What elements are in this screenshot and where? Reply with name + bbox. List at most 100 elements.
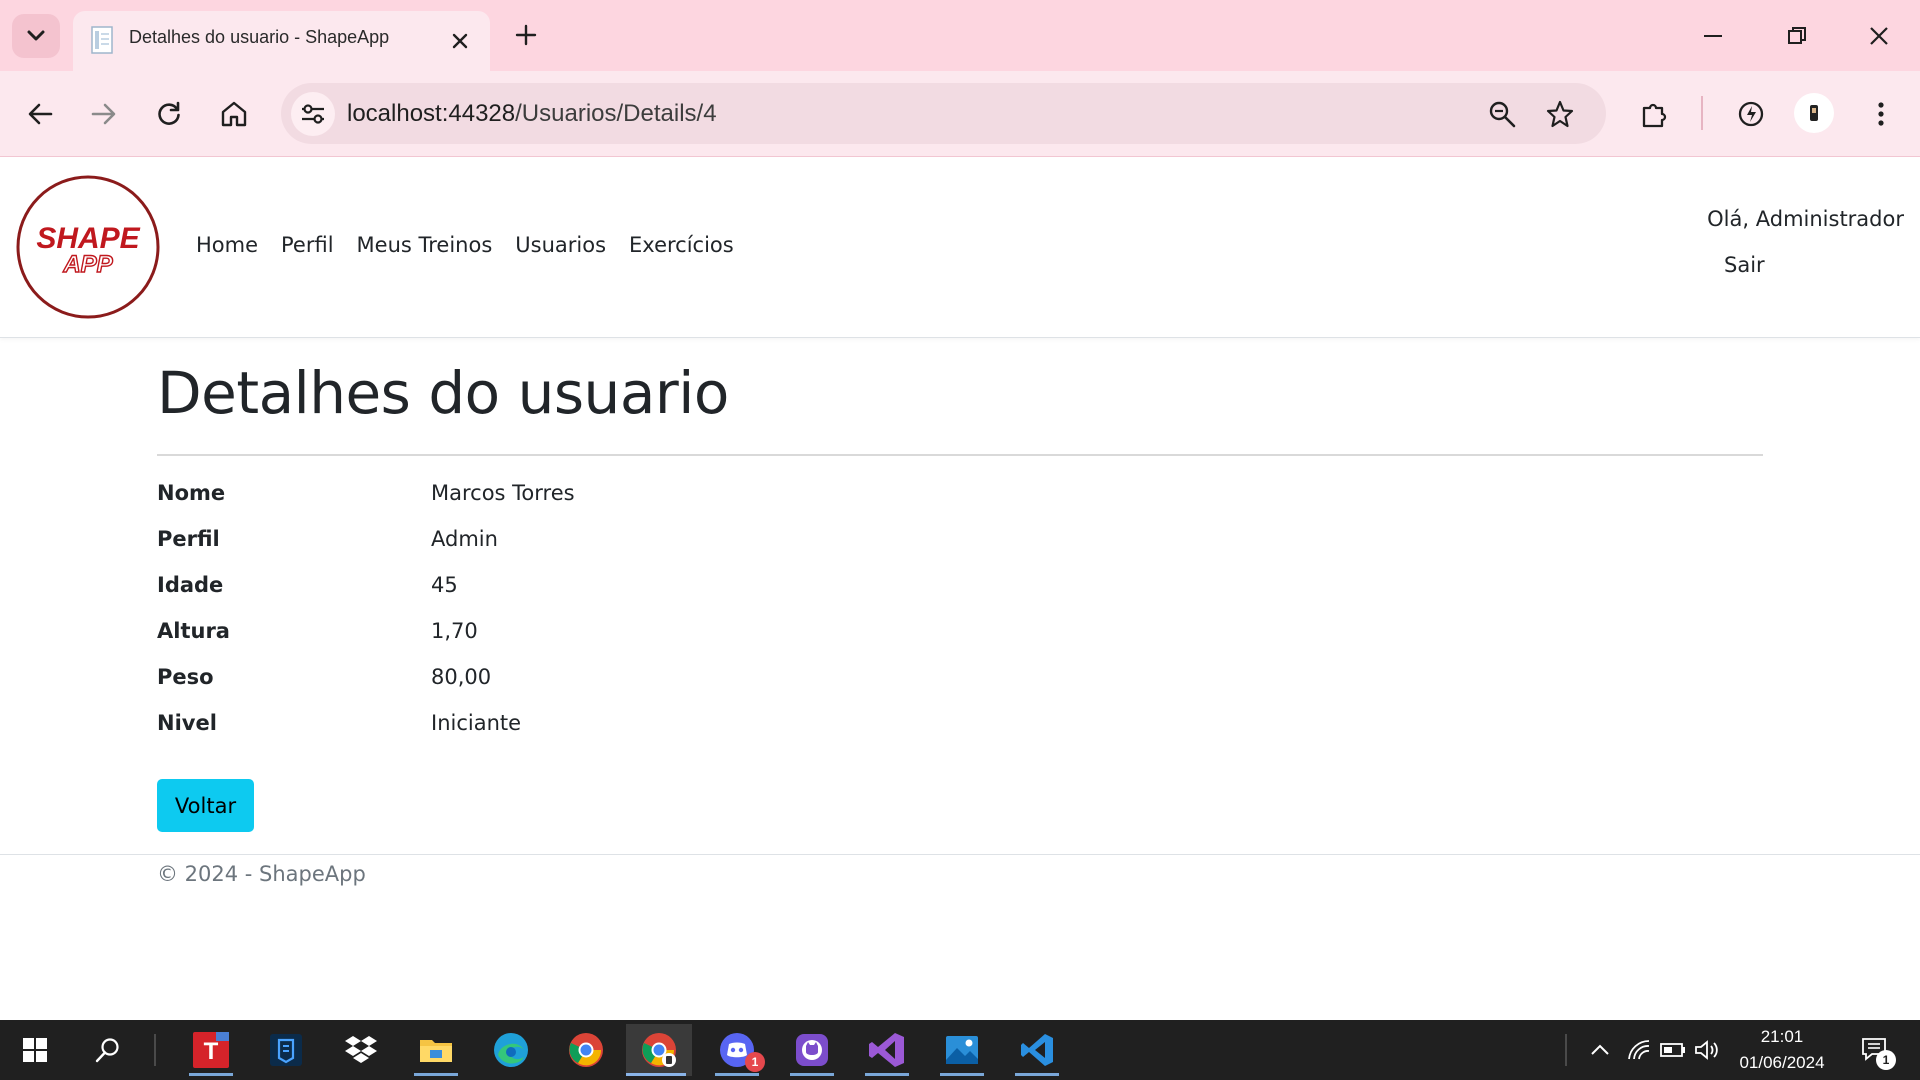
- taskbar-search-button[interactable]: [78, 1024, 138, 1076]
- page-favicon-icon: [91, 26, 113, 54]
- detail-label: Peso: [157, 665, 214, 689]
- folder-icon: [420, 1040, 452, 1062]
- running-indicator: [1015, 1073, 1059, 1076]
- taskbar-divider: [1565, 1034, 1567, 1066]
- forward-nav-button[interactable]: [82, 92, 126, 136]
- address-bar[interactable]: localhost:44328/Usuarios/Details/4: [281, 83, 1606, 144]
- network-status[interactable]: [1624, 1036, 1654, 1064]
- nav-link-perfil[interactable]: Perfil: [281, 233, 334, 257]
- battery-icon: [1660, 1043, 1685, 1057]
- wifi-icon: [1628, 1040, 1650, 1060]
- shapeapp-logo[interactable]: SHAPE APP: [16, 175, 160, 319]
- nav-link-home[interactable]: Home: [196, 233, 258, 257]
- photos-icon: [946, 1036, 978, 1064]
- vscode-icon: [1021, 1034, 1053, 1066]
- home-icon: [221, 101, 247, 127]
- reload-button[interactable]: [147, 92, 191, 136]
- taskbar-app-vscode[interactable]: [1007, 1024, 1067, 1076]
- minimize-button[interactable]: [1689, 12, 1737, 60]
- zoom-button[interactable]: [1481, 93, 1523, 135]
- logout-link[interactable]: Sair: [1724, 253, 1765, 277]
- running-indicator: [414, 1073, 458, 1076]
- taskbar-app-file-explorer[interactable]: [406, 1024, 466, 1076]
- restore-icon: [1788, 27, 1806, 44]
- performance-button[interactable]: [1729, 92, 1773, 136]
- detail-value: Admin: [431, 527, 498, 551]
- browser-menu-button[interactable]: [1859, 92, 1903, 136]
- taskbar-app-photos[interactable]: [932, 1024, 992, 1076]
- detail-label: Idade: [157, 573, 224, 597]
- github-desktop-icon: [796, 1034, 828, 1066]
- detail-label: Nivel: [157, 711, 217, 735]
- url-path: /Usuarios/Details/4: [515, 100, 717, 127]
- chevron-up-icon: [1591, 1044, 1609, 1055]
- toolbar-separator: [1701, 96, 1703, 130]
- taskbar-app-chrome-active[interactable]: [626, 1024, 692, 1076]
- browser-tab-active[interactable]: Detalhes do usuario - ShapeApp: [73, 11, 490, 71]
- site-info-button[interactable]: [291, 92, 335, 136]
- nav-link-exercicios[interactable]: Exercícios: [629, 233, 734, 257]
- detail-value: 45: [431, 573, 458, 597]
- details-list: Nome Marcos Torres Perfil Admin Idade 45…: [157, 481, 1763, 757]
- taskbar-app-chrome[interactable]: [556, 1024, 616, 1076]
- chrome-icon: [569, 1033, 603, 1067]
- azure-studio-icon: [270, 1034, 302, 1066]
- restore-button[interactable]: [1773, 12, 1821, 60]
- taskbar-app-azure[interactable]: [256, 1024, 316, 1076]
- tab-close-button[interactable]: [443, 24, 477, 58]
- browser-toolbar: localhost:44328/Usuarios/Details/4: [0, 71, 1920, 157]
- new-tab-button[interactable]: [508, 17, 544, 53]
- tab-title: Detalhes do usuario - ShapeApp: [129, 27, 390, 47]
- taskbar-app-typora[interactable]: T: [181, 1024, 241, 1076]
- close-icon: [1870, 27, 1888, 45]
- taskbar-clock[interactable]: 21:01 01/06/2024: [1716, 1024, 1848, 1076]
- profile-avatar[interactable]: [1794, 93, 1834, 133]
- nav-link-meus-treinos[interactable]: Meus Treinos: [357, 233, 493, 257]
- minimize-icon: [1704, 35, 1722, 37]
- detail-row-peso: Peso 80,00: [157, 665, 1763, 711]
- site-navbar: SHAPE APP Home Perfil Meus Treinos Usuar…: [0, 157, 1920, 338]
- logo-text-app: APP: [62, 251, 113, 278]
- detail-row-nivel: Nivel Iniciante: [157, 711, 1763, 757]
- battery-status[interactable]: [1658, 1036, 1688, 1064]
- clock-date: 01/06/2024: [1739, 1053, 1825, 1072]
- close-icon: [452, 33, 468, 49]
- dropbox-icon: [345, 1036, 377, 1063]
- typora-icon: T: [193, 1032, 229, 1068]
- back-nav-button[interactable]: [18, 92, 62, 136]
- discord-notification-badge: 1: [745, 1052, 765, 1072]
- bookmark-button[interactable]: [1539, 93, 1581, 135]
- tune-icon: [302, 104, 324, 124]
- running-indicator: [715, 1073, 759, 1076]
- detail-label: Perfil: [157, 527, 220, 551]
- running-indicator: [626, 1073, 686, 1076]
- tab-search-button[interactable]: [12, 14, 60, 58]
- close-window-button[interactable]: [1855, 12, 1903, 60]
- arrow-right-icon: [91, 103, 116, 125]
- back-button[interactable]: Voltar: [157, 779, 254, 832]
- home-button[interactable]: [212, 92, 256, 136]
- taskbar-app-github[interactable]: [782, 1024, 842, 1076]
- running-indicator: [865, 1073, 909, 1076]
- extensions-button[interactable]: [1633, 92, 1677, 136]
- chrome-profile-icon: [642, 1033, 676, 1067]
- show-hidden-icons-button[interactable]: [1586, 1036, 1614, 1064]
- taskbar-app-edge[interactable]: [481, 1024, 541, 1076]
- nav-link-usuarios[interactable]: Usuarios: [515, 233, 606, 257]
- notification-count-badge: 1: [1876, 1050, 1896, 1070]
- detail-value: Marcos Torres: [431, 481, 575, 505]
- taskbar-app-visual-studio[interactable]: [857, 1024, 917, 1076]
- taskbar-app-dropbox[interactable]: [331, 1024, 391, 1076]
- url-text[interactable]: localhost:44328/Usuarios/Details/4: [347, 100, 717, 128]
- star-icon: [1546, 100, 1574, 128]
- notification-center-button[interactable]: 1: [1857, 1034, 1896, 1070]
- detail-row-perfil: Perfil Admin: [157, 527, 1763, 573]
- svg-text:T: T: [204, 1038, 219, 1065]
- taskbar-app-discord[interactable]: 1: [707, 1024, 767, 1076]
- start-button[interactable]: [5, 1024, 65, 1076]
- windows-logo-icon: [23, 1038, 47, 1062]
- profile-icon: [1810, 105, 1818, 121]
- detail-row-nome: Nome Marcos Torres: [157, 481, 1763, 527]
- running-indicator: [940, 1073, 984, 1076]
- footer-divider: [0, 854, 1920, 855]
